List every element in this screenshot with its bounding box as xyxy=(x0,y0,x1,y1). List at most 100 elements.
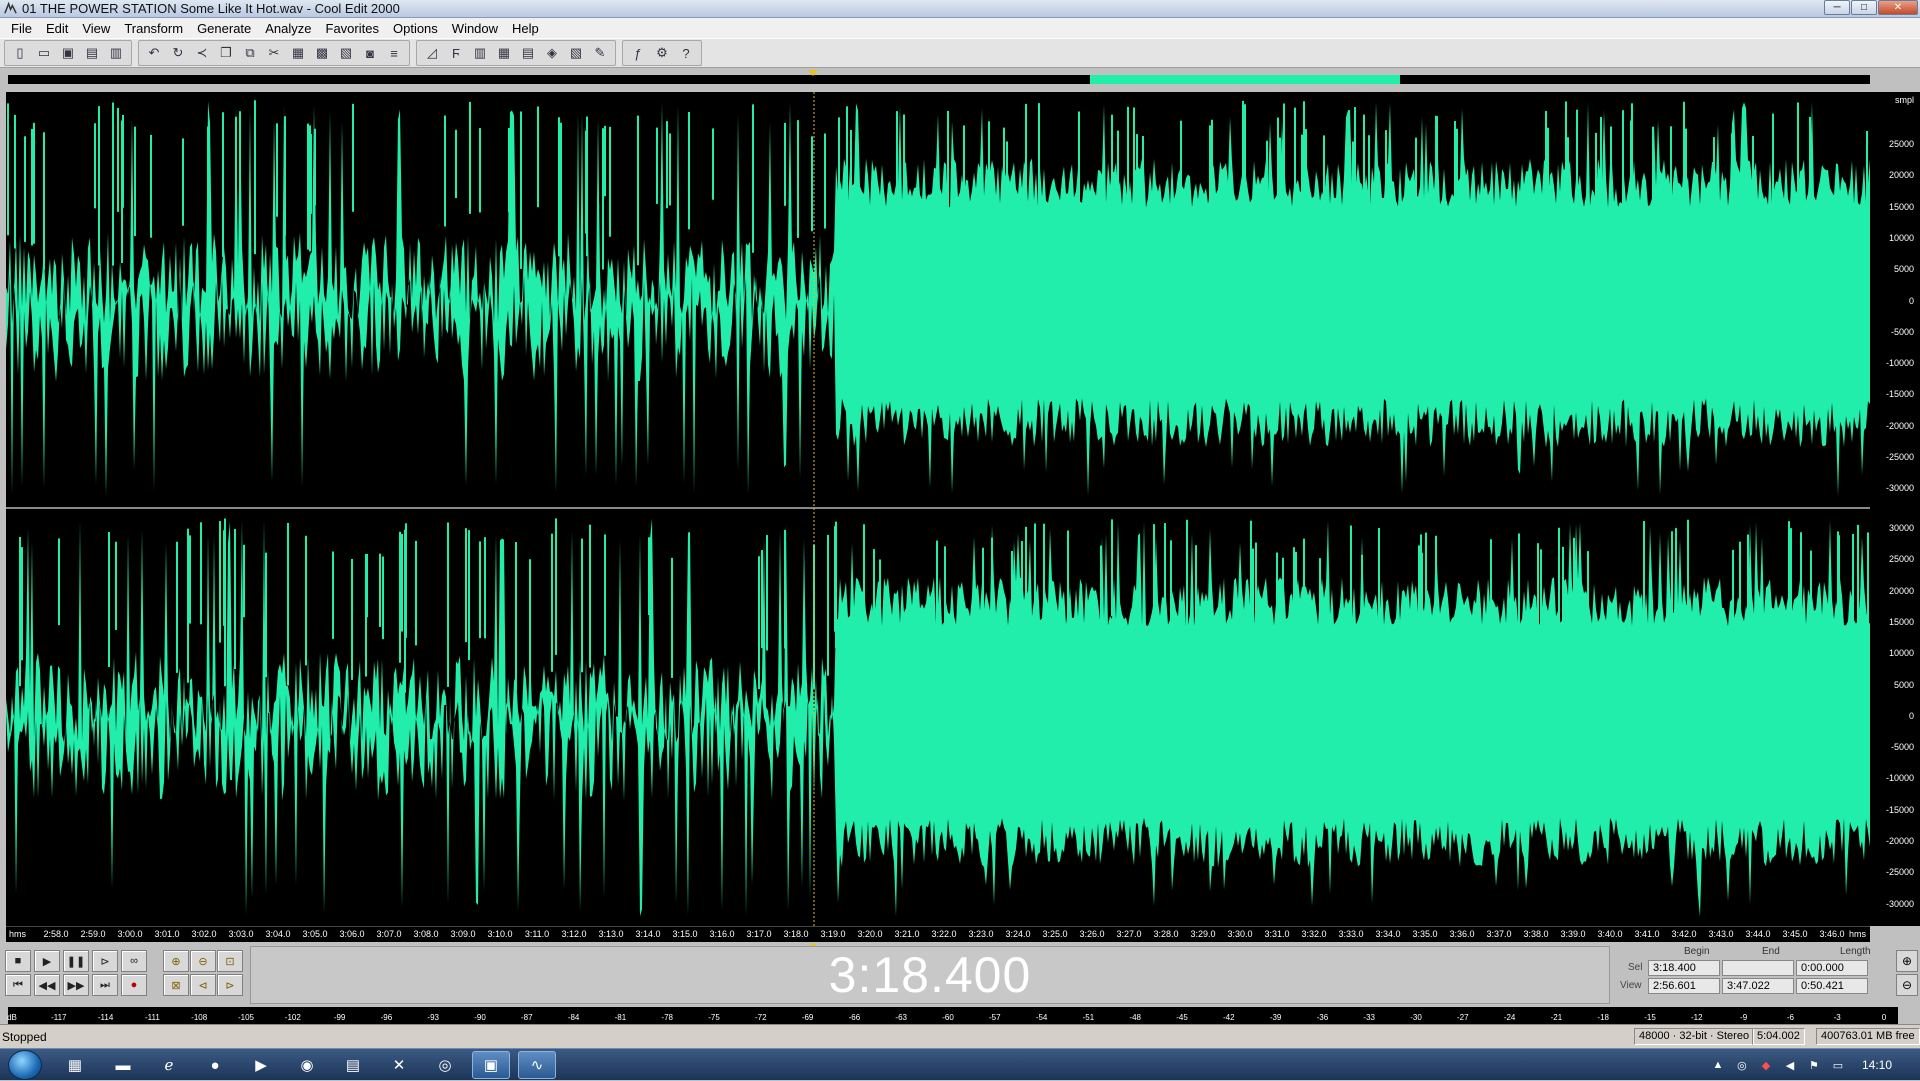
loop-button[interactable]: ∞ xyxy=(121,950,147,972)
bottom-channel-amp-label: -15000 xyxy=(1885,804,1914,815)
bottom-channel-amp-label: -25000 xyxy=(1885,867,1914,878)
taskbar-app-search[interactable]: ◎ xyxy=(426,1051,464,1079)
taskbar-app-excel[interactable]: ✕ xyxy=(380,1051,418,1079)
paste-to-new-button[interactable]: ▩ xyxy=(311,42,333,64)
zoom-full-button[interactable]: ⊡ xyxy=(217,950,243,972)
close-file-button[interactable]: ▥ xyxy=(105,42,127,64)
zoom-left-button[interactable]: ⊲ xyxy=(190,974,216,996)
spectrum-button[interactable]: ▦ xyxy=(493,42,515,64)
help-button[interactable]: ? xyxy=(675,42,697,64)
view-begin-field[interactable]: 2:56.601 xyxy=(1648,978,1720,994)
taskbar-app-cool-edit[interactable]: ∿ xyxy=(518,1051,556,1079)
paste-button[interactable]: ▦ xyxy=(287,42,309,64)
view-length-field[interactable]: 0:50.421 xyxy=(1796,978,1868,994)
overview-track[interactable] xyxy=(8,75,1870,84)
settings-button[interactable]: ⚙ xyxy=(651,42,673,64)
zoom-selection-button[interactable]: ⊠ xyxy=(163,974,189,996)
undo-button[interactable]: ↶ xyxy=(143,42,165,64)
copy-to-new-button[interactable]: ⧉ xyxy=(239,42,261,64)
menu-view[interactable]: View xyxy=(75,21,117,36)
overview-view-range[interactable] xyxy=(1090,75,1400,84)
repeat-button[interactable]: ↻ xyxy=(167,42,189,64)
start-button[interactable] xyxy=(8,1050,42,1080)
copy-button[interactable]: ❐ xyxy=(215,42,237,64)
zoom-out-horizontal-button[interactable]: ⊖ xyxy=(190,950,216,972)
taskbar-app-pdf[interactable]: ◉ xyxy=(288,1051,326,1079)
menu-options[interactable]: Options xyxy=(386,21,445,36)
new-file-button[interactable]: ▯ xyxy=(9,42,31,64)
taskbar-app-photoshop[interactable]: ▣ xyxy=(472,1051,510,1079)
sel-end-field[interactable] xyxy=(1722,960,1794,976)
go-to-start-button[interactable]: ⏮ xyxy=(5,974,31,996)
overview-bar[interactable] xyxy=(0,68,1920,92)
menu-edit[interactable]: Edit xyxy=(39,21,75,36)
waveform-canvas[interactable] xyxy=(6,92,1870,926)
rewind-button[interactable]: ◀◀ xyxy=(34,974,60,996)
zoom-in-horizontal-button[interactable]: ⊕ xyxy=(163,950,189,972)
cd-player-button[interactable]: ◙ xyxy=(359,42,381,64)
fx-button[interactable]: ƒ xyxy=(627,42,649,64)
mix-paste-button[interactable]: ▧ xyxy=(335,42,357,64)
sel-begin-field[interactable]: 3:18.400 xyxy=(1648,960,1720,976)
cool-edit-icon: ∿ xyxy=(530,1057,544,1074)
filter-button[interactable]: Ϝ xyxy=(445,42,467,64)
menu-analyze[interactable]: Analyze xyxy=(258,21,318,36)
cue-list-button[interactable]: ≡ xyxy=(383,42,405,64)
go-to-end-button[interactable]: ⏭ xyxy=(92,974,118,996)
noise-reduction-button[interactable]: ▤ xyxy=(517,42,539,64)
toolbar-group-4: ƒ ⚙? xyxy=(622,40,702,66)
taskbar-app-explorer[interactable]: ▬ xyxy=(104,1051,142,1079)
db-scale-label: -114 xyxy=(97,1013,114,1022)
scripts-button[interactable]: ✎ xyxy=(589,42,611,64)
taskbar-app-media[interactable]: ▶ xyxy=(242,1051,280,1079)
taskbar-app-ie[interactable]: ℯ xyxy=(150,1051,188,1079)
show-hidden-icons-icon[interactable]: ▲ xyxy=(1710,1057,1726,1073)
view-end-field[interactable]: 3:47.022 xyxy=(1722,978,1794,994)
open-folder-button[interactable]: ▭ xyxy=(33,42,55,64)
flag-icon[interactable]: ⚑ xyxy=(1806,1057,1822,1073)
top-channel-amp-label: 10000 xyxy=(1888,232,1914,243)
taskbar-app-spreadsheet[interactable]: ▦ xyxy=(56,1051,94,1079)
taskbar-app-firefox[interactable]: ● xyxy=(196,1051,234,1079)
menu-generate[interactable]: Generate xyxy=(190,21,258,36)
undo-icon: ↶ xyxy=(148,45,160,60)
frequency-analysis-button[interactable]: ◈ xyxy=(541,42,563,64)
fast-forward-button[interactable]: ▶▶ xyxy=(63,974,89,996)
save-as-button[interactable]: ▤ xyxy=(81,42,103,64)
minimize-button[interactable]: ─ xyxy=(1824,0,1850,15)
clock[interactable]: 14:10 xyxy=(1862,1058,1892,1072)
play-button[interactable]: ▶ xyxy=(34,950,60,972)
volume-icon[interactable]: ◀ xyxy=(1782,1057,1798,1073)
stop-button[interactable]: ■ xyxy=(5,950,31,972)
menu-help[interactable]: Help xyxy=(505,21,546,36)
envelope-button[interactable]: ◿ xyxy=(421,42,443,64)
zoom-out-vertical-button[interactable]: ⊖ xyxy=(1896,974,1918,996)
network-search-icon[interactable]: ◎ xyxy=(1734,1057,1750,1073)
db-scale-label: -84 xyxy=(567,1013,580,1022)
antivirus-icon[interactable]: ◆ xyxy=(1758,1057,1774,1073)
menu-transform[interactable]: Transform xyxy=(117,21,190,36)
save-button[interactable]: ▣ xyxy=(57,42,79,64)
menu-favorites[interactable]: Favorites xyxy=(319,21,386,36)
bottom-channel-amp-label: 10000 xyxy=(1888,648,1914,659)
time-tick-label: 3:29.0 xyxy=(1190,929,1216,939)
close-button[interactable]: ✕ xyxy=(1878,0,1918,15)
sel-length-field[interactable]: 0:00.000 xyxy=(1796,960,1868,976)
display-icon[interactable]: ▭ xyxy=(1830,1057,1846,1073)
zoom-in-vertical-button[interactable]: ⊕ xyxy=(1896,950,1918,972)
time-ruler[interactable]: hms hms 2:58.0 2:59.0 3:00.0 3:01.0 3:02.0 3:… xyxy=(6,926,1870,942)
bottom-channel-amp-label: -30000 xyxy=(1885,898,1914,909)
taskbar-app-notes[interactable]: ▤ xyxy=(334,1051,372,1079)
graphic-eq-button[interactable]: ▥ xyxy=(469,42,491,64)
cut-button[interactable]: ✂ xyxy=(263,42,285,64)
pause-button[interactable]: ❚❚ xyxy=(63,950,89,972)
statistics-button[interactable]: ▧ xyxy=(565,42,587,64)
play-to-end-button[interactable]: ⊳ xyxy=(92,950,118,972)
maximize-button[interactable]: □ xyxy=(1851,0,1877,15)
trim-button[interactable]: ≺ xyxy=(191,42,213,64)
record-button[interactable]: ● xyxy=(121,974,147,996)
menu-file[interactable]: File xyxy=(4,21,39,36)
waveform-display[interactable] xyxy=(6,92,1870,926)
menu-window[interactable]: Window xyxy=(445,21,505,36)
zoom-right-button[interactable]: ⊳ xyxy=(217,974,243,996)
